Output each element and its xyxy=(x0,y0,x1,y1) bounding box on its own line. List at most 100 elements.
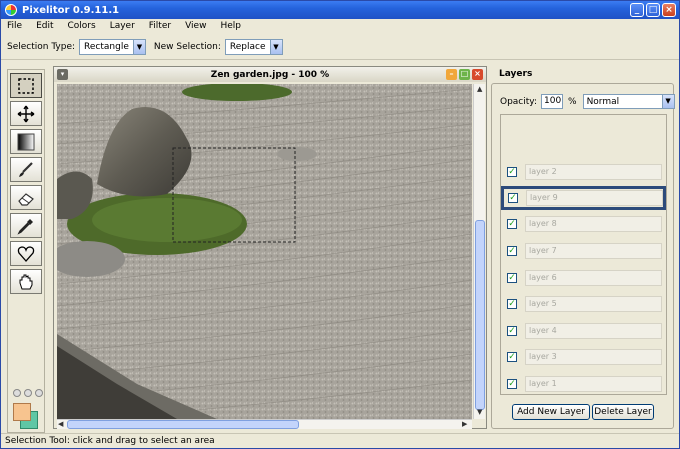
title-bar[interactable]: Pixelitor 0.9.11.1 _ □ × xyxy=(1,1,679,19)
eraser-icon xyxy=(18,192,34,206)
color-presets xyxy=(13,389,43,397)
layers-panel: Opacity: 100 % Normal ▼ ✓ layer 2 ✓ laye… xyxy=(491,83,675,429)
layer-row-selected[interactable]: ✓ layer 9 xyxy=(501,186,666,210)
delete-layer-button[interactable]: Delete Layer xyxy=(592,404,654,420)
scroll-right-icon[interactable]: ▶ xyxy=(462,420,467,428)
swatch-dot[interactable] xyxy=(13,389,21,397)
menu-view[interactable]: View xyxy=(185,21,206,31)
scroll-down-icon[interactable]: ▼ xyxy=(477,408,482,416)
menu-colors[interactable]: Colors xyxy=(68,21,96,31)
gradient-tool-button[interactable] xyxy=(10,129,42,154)
chevron-down-icon: ▼ xyxy=(661,95,674,108)
selection-icon xyxy=(18,77,34,94)
hand-icon xyxy=(19,274,33,289)
layer-name[interactable]: layer 5 xyxy=(525,296,662,312)
layer-name[interactable]: layer 1 xyxy=(525,376,662,392)
new-selection-select[interactable]: Replace ▼ xyxy=(224,38,283,55)
menu-file[interactable]: File xyxy=(7,21,22,31)
new-selection-value: Replace xyxy=(229,41,266,52)
layer-name[interactable]: layer 4 xyxy=(525,323,662,339)
layers-title: Layers xyxy=(499,69,533,79)
layer-name[interactable]: layer 3 xyxy=(525,349,662,365)
menu-layer[interactable]: Layer xyxy=(110,21,135,31)
image-minimize-button[interactable]: – xyxy=(446,69,457,80)
window-title: Pixelitor 0.9.11.1 xyxy=(22,4,120,16)
move-tool-button[interactable] xyxy=(10,101,42,126)
layer-visibility-checkbox[interactable]: ✓ xyxy=(508,193,518,203)
layer-visibility-checkbox[interactable]: ✓ xyxy=(507,219,517,229)
shape-tool-button[interactable] xyxy=(10,241,42,266)
layer-row[interactable]: ✓ layer 5 xyxy=(503,294,664,314)
scroll-up-icon[interactable]: ▲ xyxy=(477,85,482,93)
horizontal-scrollbar[interactable]: ◀ ▶ xyxy=(57,419,472,429)
add-new-layer-button[interactable]: Add New Layer xyxy=(512,404,590,420)
layer-row[interactable]: ✓ layer 3 xyxy=(503,347,664,367)
vertical-scroll-thumb[interactable] xyxy=(475,220,485,410)
menu-edit[interactable]: Edit xyxy=(36,21,53,31)
brush-tool-button[interactable] xyxy=(10,157,42,182)
layer-row[interactable]: ✓ layer 1 xyxy=(503,374,664,394)
chevron-down-icon: ▼ xyxy=(269,39,282,54)
image-canvas[interactable] xyxy=(57,84,472,419)
eraser-tool-button[interactable] xyxy=(10,185,42,210)
eyedropper-icon xyxy=(17,218,33,235)
minimize-button[interactable]: _ xyxy=(630,3,644,17)
image-window-titlebar[interactable]: ▾ Zen garden.jpg - 100 % – □ × xyxy=(54,67,486,82)
app-window: Pixelitor 0.9.11.1 _ □ × File Edit Color… xyxy=(0,0,680,449)
layer-visibility-checkbox[interactable]: ✓ xyxy=(507,167,517,177)
layer-visibility-checkbox[interactable]: ✓ xyxy=(507,273,517,283)
selection-type-select[interactable]: Rectangle ▼ xyxy=(79,38,146,55)
image-close-button[interactable]: × xyxy=(472,69,483,80)
layer-visibility-checkbox[interactable]: ✓ xyxy=(507,352,517,362)
layer-name[interactable]: layer 6 xyxy=(525,270,662,286)
blend-mode-value: Normal xyxy=(586,96,620,107)
chevron-down-icon: ▼ xyxy=(132,39,145,54)
layer-name[interactable]: layer 8 xyxy=(525,216,662,232)
vertical-scrollbar[interactable]: ▲ ▼ xyxy=(473,84,485,419)
layer-row[interactable]: ✓ layer 2 xyxy=(503,162,664,182)
layer-visibility-checkbox[interactable]: ✓ xyxy=(507,246,517,256)
move-icon xyxy=(17,105,35,122)
image-window: ▾ Zen garden.jpg - 100 % – □ × ▲ ▼ ◀ ▶ xyxy=(53,66,487,429)
heart-icon xyxy=(17,245,35,262)
hand-tool-button[interactable] xyxy=(10,269,42,294)
layer-list: ✓ layer 2 ✓ layer 9 ✓ layer 8 ✓ layer 7 … xyxy=(500,114,667,395)
brush-icon xyxy=(19,161,33,177)
layer-visibility-checkbox[interactable]: ✓ xyxy=(507,299,517,309)
gradient-icon xyxy=(17,133,35,150)
menu-filter[interactable]: Filter xyxy=(149,21,171,31)
swatch-dot[interactable] xyxy=(24,389,32,397)
selection-tool-button[interactable] xyxy=(10,73,42,98)
layer-row[interactable]: ✓ layer 6 xyxy=(503,268,664,288)
layer-name[interactable]: layer 9 xyxy=(526,190,663,206)
menu-help[interactable]: Help xyxy=(220,21,241,31)
layer-row[interactable]: ✓ layer 7 xyxy=(503,241,664,261)
new-selection-label: New Selection: xyxy=(153,41,221,52)
selection-type-value: Rectangle xyxy=(84,41,129,52)
tool-options-bar: Selection Type: Rectangle ▼ New Selectio… xyxy=(1,34,679,60)
image-window-title: Zen garden.jpg - 100 % xyxy=(210,69,330,80)
horizontal-scroll-thumb[interactable] xyxy=(67,420,299,429)
close-button[interactable]: × xyxy=(662,3,676,17)
selection-type-label: Selection Type: xyxy=(7,41,76,52)
opacity-input[interactable]: 100 xyxy=(541,94,563,109)
blend-mode-select[interactable]: Normal ▼ xyxy=(582,94,675,109)
percent-label: % xyxy=(568,96,577,107)
foreground-color-swatch[interactable] xyxy=(13,403,31,421)
layer-row[interactable]: ✓ layer 8 xyxy=(503,214,664,234)
swatch-dot[interactable] xyxy=(35,389,43,397)
zen-garden-image xyxy=(57,84,472,419)
color-picker-tool-button[interactable] xyxy=(10,213,42,238)
maximize-button[interactable]: □ xyxy=(646,3,660,17)
status-bar: Selection Tool: click and drag to select… xyxy=(1,433,679,448)
image-maximize-button[interactable]: □ xyxy=(459,69,470,80)
layer-name[interactable]: layer 2 xyxy=(525,164,662,180)
layer-visibility-checkbox[interactable]: ✓ xyxy=(507,379,517,389)
layer-row[interactable]: ✓ layer 4 xyxy=(503,321,664,341)
layer-visibility-checkbox[interactable]: ✓ xyxy=(507,326,517,336)
scroll-left-icon[interactable]: ◀ xyxy=(58,420,63,428)
tool-palette xyxy=(7,69,45,433)
window-menu-icon[interactable]: ▾ xyxy=(57,69,68,80)
layer-name[interactable]: layer 7 xyxy=(525,243,662,259)
app-logo-icon xyxy=(5,4,17,16)
